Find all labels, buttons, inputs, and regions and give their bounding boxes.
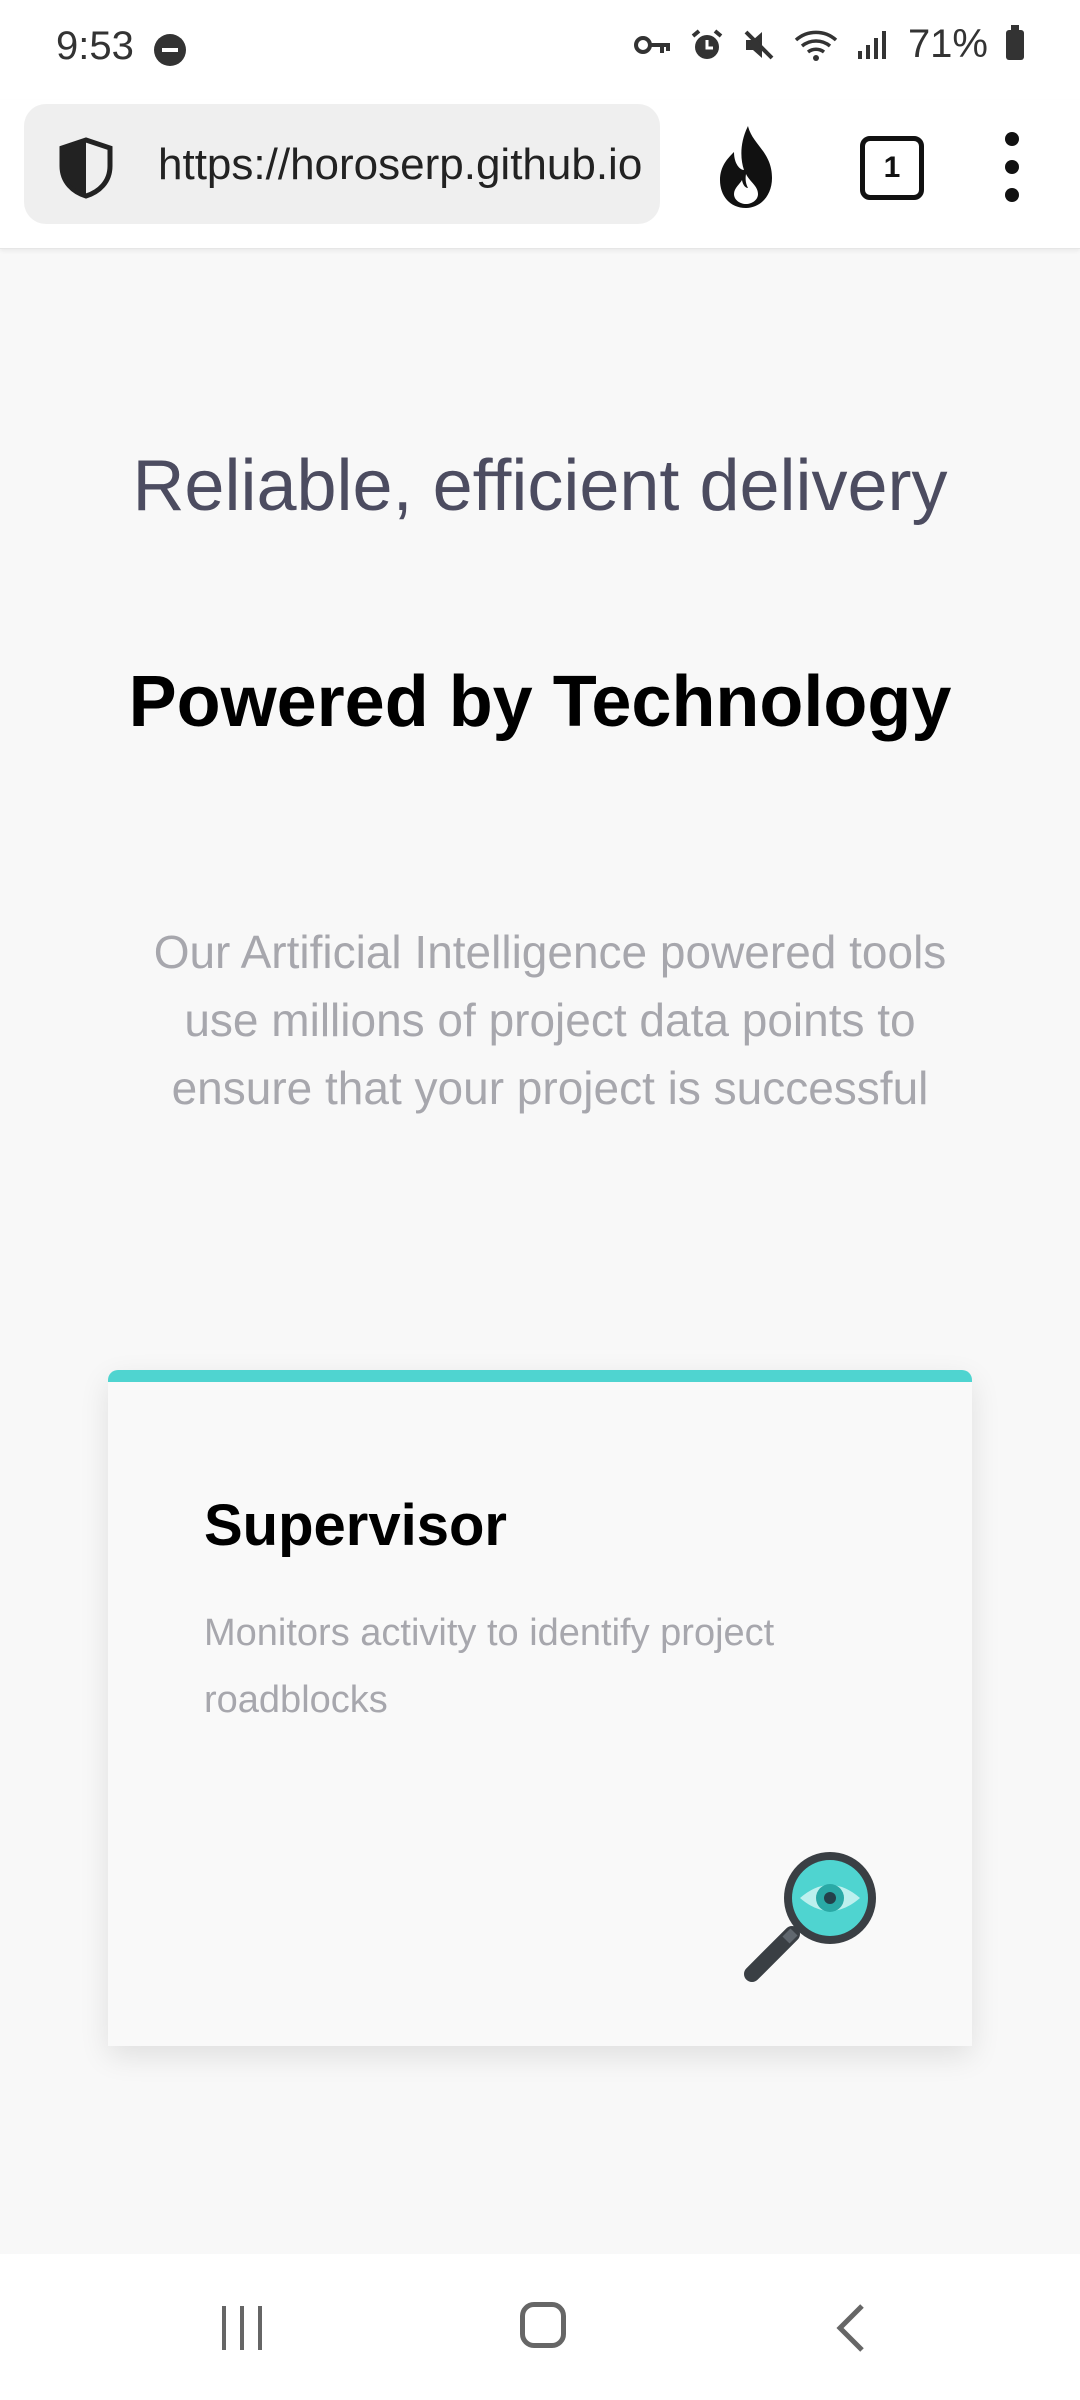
battery-icon — [1006, 24, 1024, 60]
hero-title: Reliable, efficient delivery — [132, 446, 948, 526]
status-time: 9:53 — [56, 24, 134, 68]
fire-icon[interactable] — [712, 122, 782, 212]
signal-icon — [857, 30, 886, 59]
back-icon[interactable] — [830, 2302, 870, 2354]
home-icon[interactable] — [520, 2302, 566, 2348]
status-icons: 71% — [633, 22, 1024, 67]
magnifier-eye-icon — [744, 1852, 876, 1982]
card-title: Supervisor — [204, 1493, 507, 1558]
system-nav-bar — [0, 2254, 1080, 2400]
status-bar: 9:53 71% — [0, 0, 1080, 100]
battery-percent: 71% — [907, 22, 988, 66]
tabs-button[interactable]: 1 — [860, 136, 924, 200]
hero-subtitle: Powered by Technology — [128, 662, 952, 742]
more-menu-icon[interactable] — [1000, 132, 1024, 204]
mute-icon — [744, 30, 774, 59]
do-not-disturb-icon — [154, 34, 186, 66]
recent-apps-icon[interactable] — [218, 2304, 268, 2352]
wifi-icon — [794, 30, 838, 61]
address-bar[interactable]: https://horoserp.github.io — [24, 104, 660, 224]
hero-description: Our Artificial Intelligence powered tool… — [153, 926, 947, 1114]
url-text[interactable]: https://horoserp.github.io — [158, 140, 658, 190]
card-description: Monitors activity to identify project ro… — [204, 1612, 775, 1721]
browser-toolbar: https://horoserp.github.io 1 — [0, 100, 1080, 249]
alarm-icon — [691, 28, 723, 59]
feature-card: Supervisor Monitors activity to identify… — [108, 1370, 972, 2046]
shield-icon[interactable] — [54, 136, 118, 200]
vpn-key-icon — [633, 35, 670, 54]
